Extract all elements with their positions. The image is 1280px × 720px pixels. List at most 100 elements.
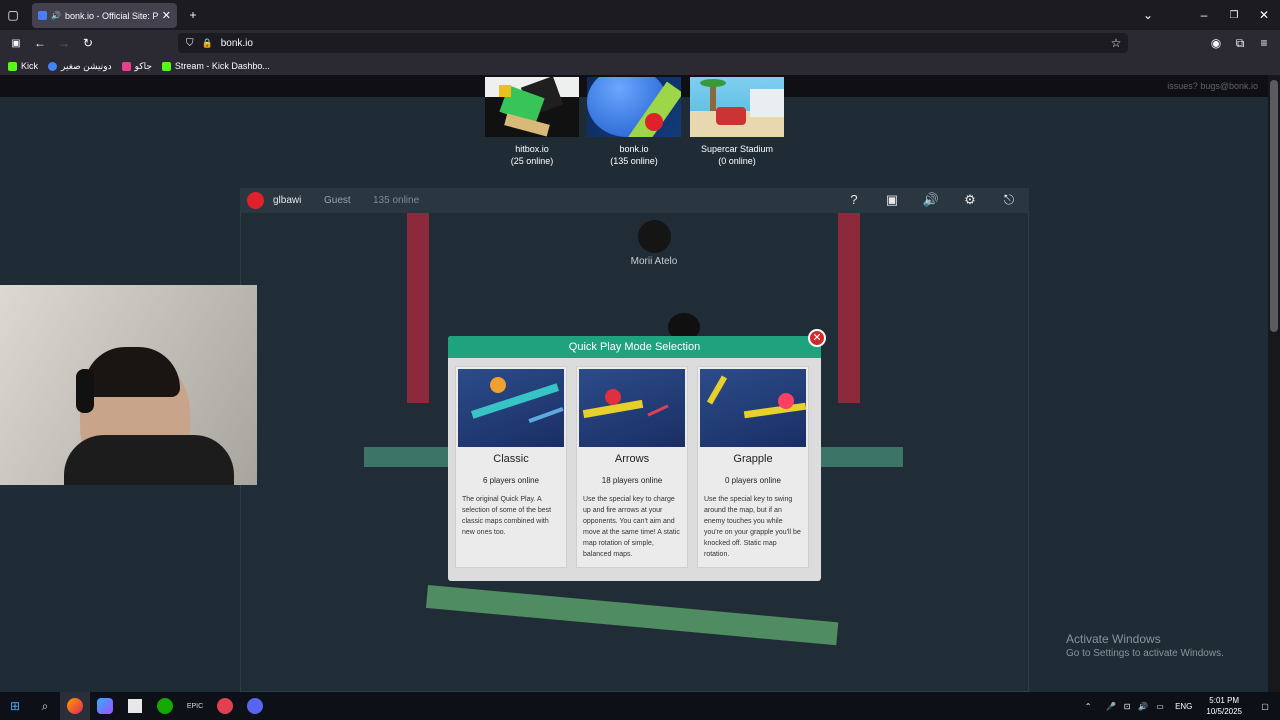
- webcam-overlay: [0, 285, 257, 485]
- url-bar[interactable]: ⛉ 🔒 bonk.io: [178, 33, 1128, 53]
- issues-link[interactable]: issues? bugs@bonk.io: [1167, 81, 1258, 91]
- classic-thumbnail: [458, 369, 564, 447]
- kick-icon: [8, 61, 17, 71]
- modal-title: Quick Play Mode Selection: [448, 336, 821, 358]
- jaco-icon: [121, 61, 131, 71]
- close-modal-button[interactable]: ✕: [808, 329, 826, 347]
- sidebar-icon[interactable]: ▣: [8, 36, 24, 50]
- clock[interactable]: 5:01 PM 10/5/2025: [1206, 695, 1242, 717]
- game-name: Supercar Stadium: [700, 144, 774, 154]
- game-card-hitbox[interactable]: hitbox.io (25 online): [485, 77, 579, 167]
- game-name: bonk.io: [619, 144, 649, 154]
- activate-windows-title: Activate Windows: [1066, 632, 1161, 646]
- game-online: (25 online): [510, 156, 554, 166]
- mode-card-arrows[interactable]: Arrows 18 players online Use the special…: [576, 366, 688, 568]
- grapple-thumbnail: [700, 369, 806, 447]
- supercar-thumbnail: [690, 77, 784, 137]
- extensions-icon[interactable]: ⧉: [1232, 36, 1248, 50]
- help-icon[interactable]: ?: [844, 191, 864, 209]
- person-hair: [84, 347, 180, 397]
- map-red-wall-left: [407, 213, 429, 403]
- browser-tab[interactable]: 🔊 bonk.io - Official Site: Play ✕: [32, 3, 177, 28]
- chrome-icon: [48, 61, 58, 71]
- copilot-icon[interactable]: [90, 692, 120, 720]
- language-indicator[interactable]: ENG: [1175, 702, 1192, 711]
- player-avatar: [638, 220, 671, 253]
- mode-description: Use the special key to charge up and fir…: [583, 496, 680, 558]
- player-skin-avatar[interactable]: [247, 192, 264, 209]
- game-online: (135 online): [610, 156, 658, 166]
- mode-name: Classic: [493, 453, 529, 465]
- activate-windows-subtitle: Go to Settings to activate Windows.: [1066, 648, 1224, 659]
- player-name: Morii Atelo: [630, 256, 678, 267]
- settings-gear-icon[interactable]: ⚙: [960, 191, 980, 209]
- speaker-icon[interactable]: 🔊: [51, 11, 61, 20]
- username: glbawi: [273, 195, 302, 206]
- discord-icon[interactable]: [240, 692, 270, 720]
- bonk-thumbnail: [587, 77, 681, 137]
- lock-icon[interactable]: 🔒: [202, 38, 213, 49]
- person-shirt: [64, 435, 234, 485]
- search-icon[interactable]: ⌕: [30, 692, 60, 720]
- bookmark-kick-dashboard[interactable]: Stream - Kick Dashbo...: [161, 61, 270, 71]
- store-icon[interactable]: [120, 692, 150, 720]
- arrows-thumbnail: [579, 369, 685, 447]
- online-count: 135 online: [373, 195, 420, 206]
- minimize-icon[interactable]: –: [1196, 8, 1212, 22]
- microphone-icon[interactable]: 🎤: [1103, 692, 1119, 720]
- kick-icon: [161, 61, 171, 71]
- camera-icon[interactable]: ▣: [882, 191, 902, 209]
- restore-icon[interactable]: ❐: [1226, 8, 1242, 22]
- windows-start-icon[interactable]: ⊞: [0, 692, 30, 720]
- exit-icon[interactable]: ⎋: [999, 191, 1019, 209]
- close-window-icon[interactable]: ✕: [1256, 8, 1272, 22]
- upwork-icon[interactable]: [150, 692, 180, 720]
- mode-online: 18 players online: [601, 476, 663, 485]
- mode-card-classic[interactable]: Classic 6 players online The original Qu…: [455, 366, 567, 568]
- epic-games-icon[interactable]: EPIC: [180, 692, 210, 720]
- game-card-supercar[interactable]: Supercar Stadium (0 online): [690, 77, 784, 167]
- mode-online: 6 players online: [482, 476, 540, 485]
- chevron-down-icon[interactable]: ⌄: [1140, 8, 1156, 22]
- display-icon[interactable]: ▭: [1151, 692, 1169, 720]
- game-online: (0 online): [718, 156, 756, 166]
- volume-tray-icon[interactable]: 🔊: [1135, 692, 1151, 720]
- bookmark-donation[interactable]: دونيشن صغير: [48, 61, 112, 72]
- volume-icon[interactable]: 🔊: [921, 191, 941, 209]
- tray-chevron-up-icon[interactable]: ⌃: [1073, 692, 1103, 720]
- shield-icon[interactable]: ⛉: [186, 38, 194, 49]
- bookmark-star-icon[interactable]: ☆: [1108, 36, 1124, 50]
- new-tab-icon[interactable]: +: [185, 8, 201, 22]
- taskbar: ⊞ ⌕ EPIC ⌃ 🎤 ⊡ 🔊 ▭ ENG 5:01 PM 10/5/2025…: [0, 692, 1280, 720]
- back-icon[interactable]: ←: [32, 36, 48, 50]
- bonk-favicon-icon: [38, 11, 47, 20]
- mode-name: Grapple: [733, 453, 773, 465]
- mode-name: Arrows: [614, 453, 650, 465]
- bookmarks-bar: Kick دونيشن صغير جاكو Stream - Kick Dash…: [0, 57, 1280, 75]
- scrollbar-thumb[interactable]: [1270, 80, 1278, 332]
- game-card-bonk[interactable]: bonk.io (135 online): [587, 77, 681, 167]
- notifications-icon[interactable]: ▢: [1250, 692, 1280, 720]
- obs-icon[interactable]: [210, 692, 240, 720]
- mode-online: 0 players online: [724, 476, 782, 485]
- network-icon[interactable]: ⊡: [1119, 692, 1135, 720]
- account-icon[interactable]: ◉: [1208, 36, 1224, 50]
- url-text[interactable]: bonk.io: [221, 38, 253, 49]
- bookmark-jaco[interactable]: جاكو: [121, 61, 152, 72]
- forward-icon[interactable]: →: [56, 36, 72, 50]
- map-platform-left: [364, 447, 450, 467]
- map-platform-right: [820, 447, 903, 467]
- map-red-wall-right: [838, 213, 860, 403]
- tab-list-icon[interactable]: ▢: [5, 8, 21, 22]
- game-top-bar: [240, 188, 1029, 213]
- close-tab-icon[interactable]: ✕: [162, 9, 171, 22]
- reload-icon[interactable]: ↻: [80, 36, 96, 50]
- hitbox-thumbnail: [485, 77, 579, 137]
- tab-title: bonk.io - Official Site: Play: [64, 10, 158, 21]
- bookmark-kick[interactable]: Kick: [8, 61, 38, 71]
- game-name: hitbox.io: [515, 144, 549, 154]
- firefox-icon[interactable]: [60, 692, 90, 720]
- menu-icon[interactable]: ≡: [1256, 36, 1272, 50]
- mode-description: Use the special key to swing around the …: [704, 496, 801, 558]
- mode-card-grapple[interactable]: Grapple 0 players online Use the special…: [697, 366, 809, 568]
